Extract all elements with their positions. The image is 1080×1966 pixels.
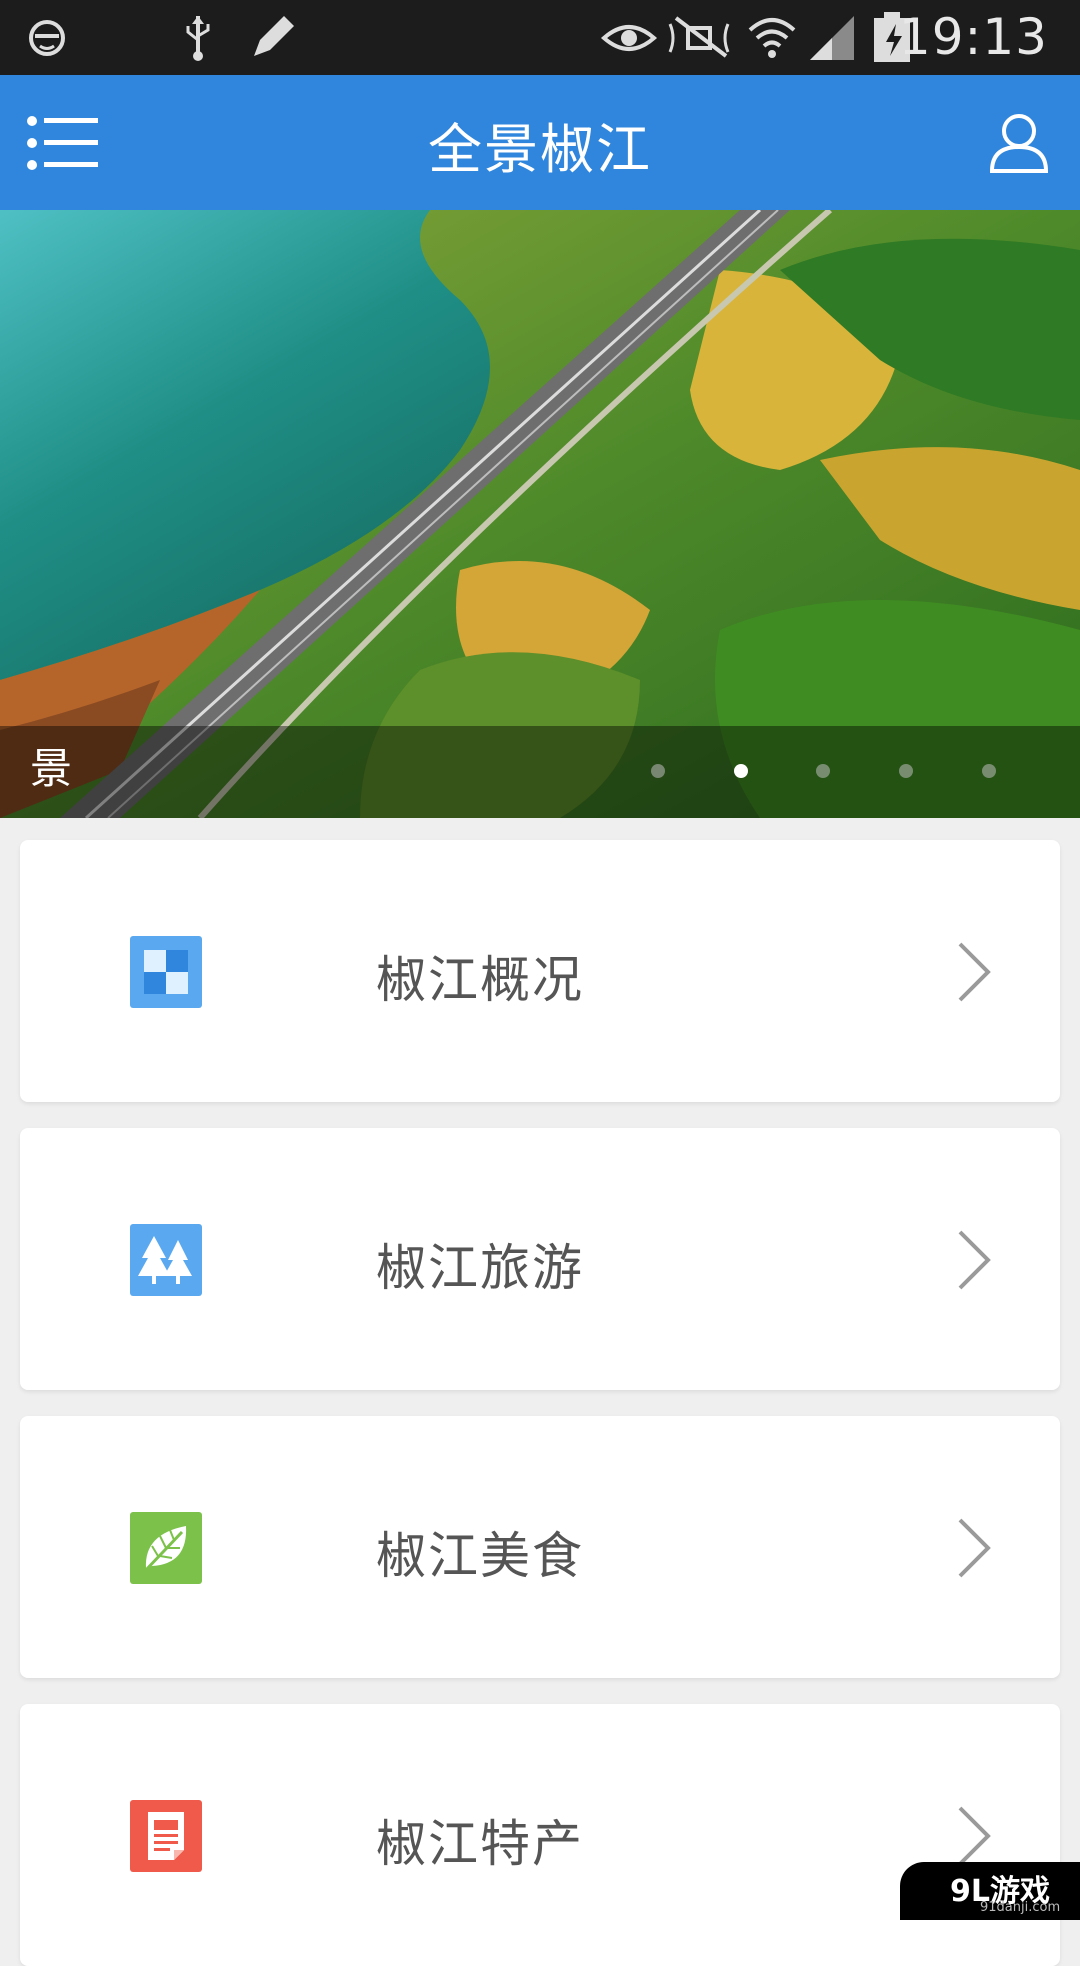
carousel-dot[interactable] [816,764,830,778]
carousel-dot[interactable] [651,764,665,778]
menu-item-tourism[interactable]: 椒江旅游 [20,1128,1060,1390]
carousel-dot[interactable] [899,764,913,778]
menu-item-overview[interactable]: 椒江概况 [20,840,1060,1102]
leaf-icon [130,1512,202,1584]
menu-item-food[interactable]: 椒江美食 [20,1416,1060,1678]
banner-caption: 景 [30,735,72,796]
menu-item-label: 椒江美食 [376,1516,584,1588]
watermark-sub: 91danji.com [980,1900,1060,1915]
wifi-icon [746,10,798,64]
status-bar: 19:13 [0,0,1080,75]
banner-carousel[interactable]: 景 [0,210,1080,818]
user-icon[interactable] [988,111,1050,173]
menu-item-label: 椒江特产 [376,1804,584,1876]
status-time: 19:13 [899,8,1048,66]
document-icon [130,1800,202,1872]
chevron-right-icon [954,1228,994,1292]
menu-item-specialty[interactable]: 椒江特产 [20,1704,1060,1966]
carousel-dot[interactable] [982,764,996,778]
usb-icon [180,10,216,64]
mute-icon [666,10,736,64]
carousel-dot-active[interactable] [734,764,748,778]
app-bar: 全景椒江 [0,75,1080,210]
watermark: 9L游戏 91danji.com [900,1862,1080,1920]
banner-caption-bar [0,726,1080,818]
eye-icon [600,10,658,64]
face-icon [26,10,68,64]
menu-item-label: 椒江概况 [376,940,584,1012]
page-title: 全景椒江 [0,105,1080,184]
trees-icon [130,1224,202,1296]
overview-icon [130,936,202,1008]
chevron-right-icon [954,1516,994,1580]
menu-item-label: 椒江旅游 [376,1228,584,1300]
pencil-icon [246,10,298,64]
chevron-right-icon [954,1804,994,1868]
signal-icon [808,10,858,64]
chevron-right-icon [954,940,994,1004]
